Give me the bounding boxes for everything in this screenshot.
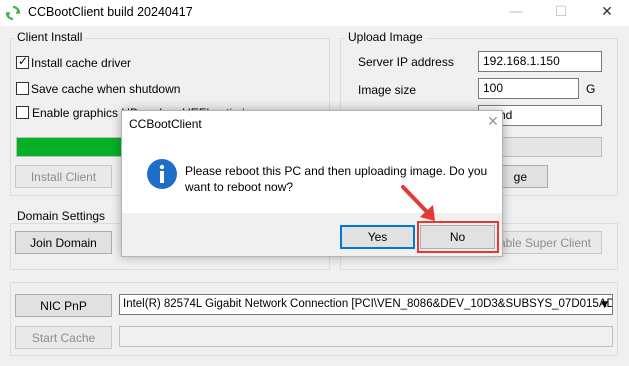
server-ip-input[interactable]: 192.168.1.150 (478, 51, 602, 72)
title-bar: CCBootClient build 20240417 — ☐ ✕ (0, 0, 629, 26)
window-title: CCBootClient build 20240417 (28, 5, 193, 19)
app-refresh-icon (5, 5, 21, 21)
chevron-down-icon: ▼ (601, 300, 608, 310)
upload-image-title: Upload Image (345, 30, 426, 44)
image-size-input[interactable]: 100 (478, 78, 579, 99)
nic-pnp-button[interactable]: NIC PnP (15, 294, 112, 317)
maximize-icon[interactable]: ☐ (541, 0, 581, 26)
nic-select-value: Intel(R) 82574L Gigabit Network Connecti… (123, 298, 613, 310)
domain-settings-title: Domain Settings (14, 209, 109, 223)
save-cache-label: Save cache when shutdown (31, 82, 181, 96)
checkmark-icon: ✓ (18, 54, 29, 68)
dialog-close-icon[interactable]: ✕ (487, 114, 499, 130)
reboot-dialog: CCBootClient ✕ Please reboot this PC and… (121, 110, 503, 257)
cache-status-field (119, 326, 613, 347)
close-icon[interactable]: ✕ (587, 0, 627, 26)
start-cache-button[interactable]: Start Cache (15, 326, 112, 349)
install-client-button[interactable]: Install Client (15, 165, 112, 188)
red-arrow-icon (401, 185, 435, 221)
nic-select[interactable]: Intel(R) 82574L Gigabit Network Connecti… (119, 294, 613, 315)
image-size-label: Image size (358, 83, 417, 97)
server-ip-label: Server IP address (358, 55, 454, 69)
no-button-highlight (417, 221, 499, 253)
install-cache-driver-label: Install cache driver (31, 56, 132, 70)
minimize-icon[interactable]: — (496, 0, 536, 26)
save-cache-checkbox[interactable] (16, 82, 29, 95)
dialog-message: Please reboot this PC and then uploading… (185, 164, 488, 194)
yes-button[interactable]: Yes (340, 225, 415, 249)
install-cache-driver-checkbox[interactable]: ✓ (16, 54, 29, 69)
enable-graphics-checkbox[interactable] (16, 106, 29, 119)
join-domain-button[interactable]: Join Domain (15, 231, 112, 254)
dialog-title: CCBootClient (129, 117, 202, 131)
image-size-unit: G (586, 82, 596, 96)
client-install-title: Client Install (14, 30, 86, 44)
info-icon (147, 159, 177, 189)
